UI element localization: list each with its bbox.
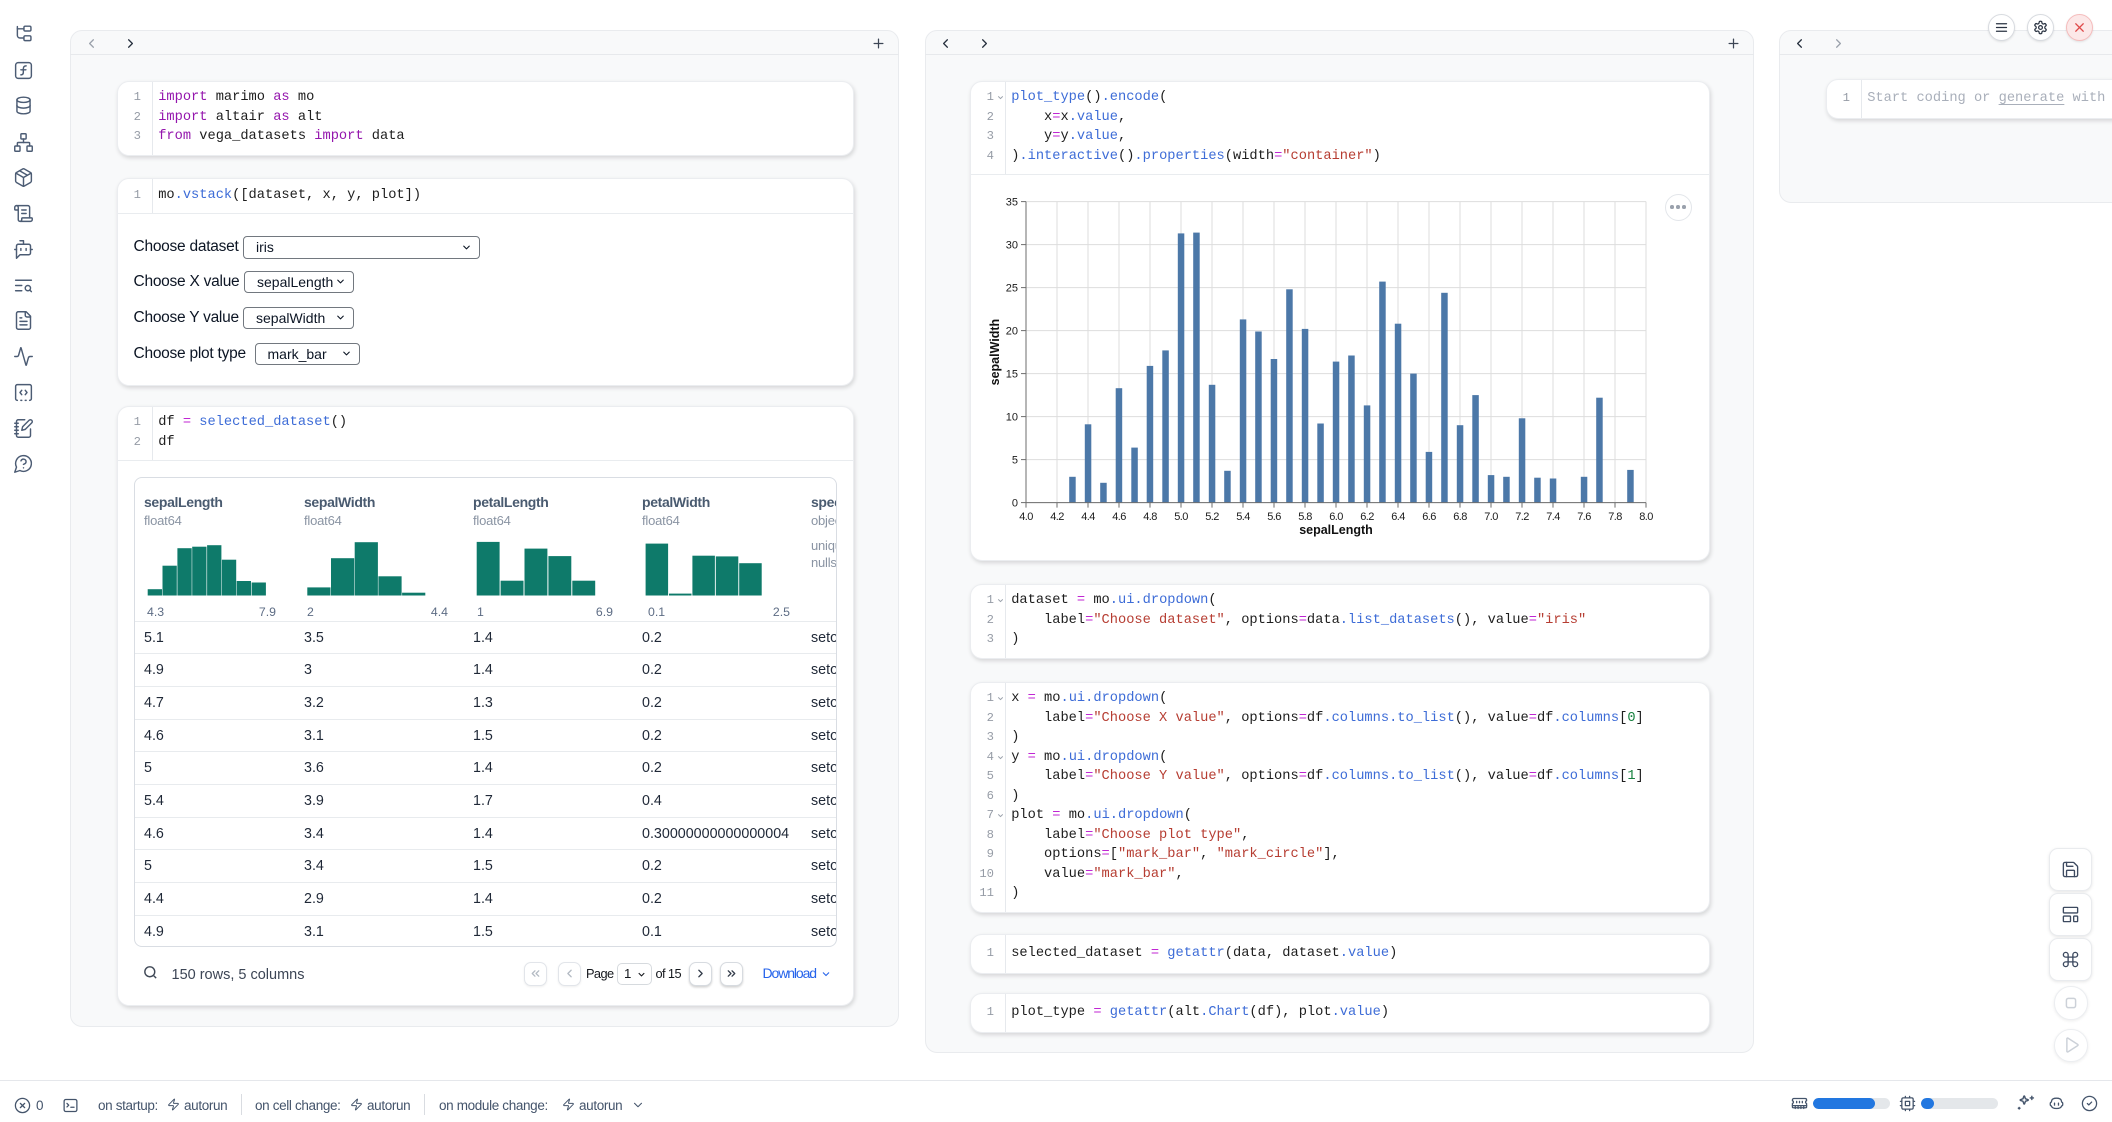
svg-text:20: 20 [1006,326,1018,338]
svg-text:6.2: 6.2 [1360,511,1374,523]
svg-text:7.2: 7.2 [1515,511,1529,523]
svg-text:4.2: 4.2 [1050,511,1064,523]
svg-text:7.6: 7.6 [1577,511,1591,523]
svg-text:7.8: 7.8 [1608,511,1622,523]
svg-text:15: 15 [1006,369,1018,381]
svg-text:sepalLength: sepalLength [1299,523,1373,537]
svg-text:5.4: 5.4 [1236,511,1250,523]
svg-text:5.0: 5.0 [1174,511,1188,523]
svg-text:30: 30 [1006,240,1018,252]
svg-text:25: 25 [1006,283,1018,295]
svg-text:7.0: 7.0 [1484,511,1498,523]
svg-text:6.4: 6.4 [1391,511,1405,523]
svg-text:sepalWidth: sepalWidth [988,319,1002,386]
svg-text:4.4: 4.4 [1081,511,1095,523]
svg-text:4.6: 4.6 [1112,511,1126,523]
svg-text:8.0: 8.0 [1639,511,1653,523]
svg-text:5.2: 5.2 [1205,511,1219,523]
svg-text:35: 35 [1006,197,1018,209]
svg-text:0: 0 [1012,498,1018,510]
svg-text:5.8: 5.8 [1298,511,1312,523]
svg-text:5: 5 [1012,455,1018,467]
svg-text:6.0: 6.0 [1329,511,1343,523]
svg-text:4.8: 4.8 [1143,511,1157,523]
svg-text:10: 10 [1006,412,1018,424]
svg-text:7.4: 7.4 [1546,511,1560,523]
svg-text:5.6: 5.6 [1267,511,1281,523]
svg-text:6.8: 6.8 [1453,511,1467,523]
svg-text:6.6: 6.6 [1422,511,1436,523]
svg-text:4.0: 4.0 [1019,511,1033,523]
